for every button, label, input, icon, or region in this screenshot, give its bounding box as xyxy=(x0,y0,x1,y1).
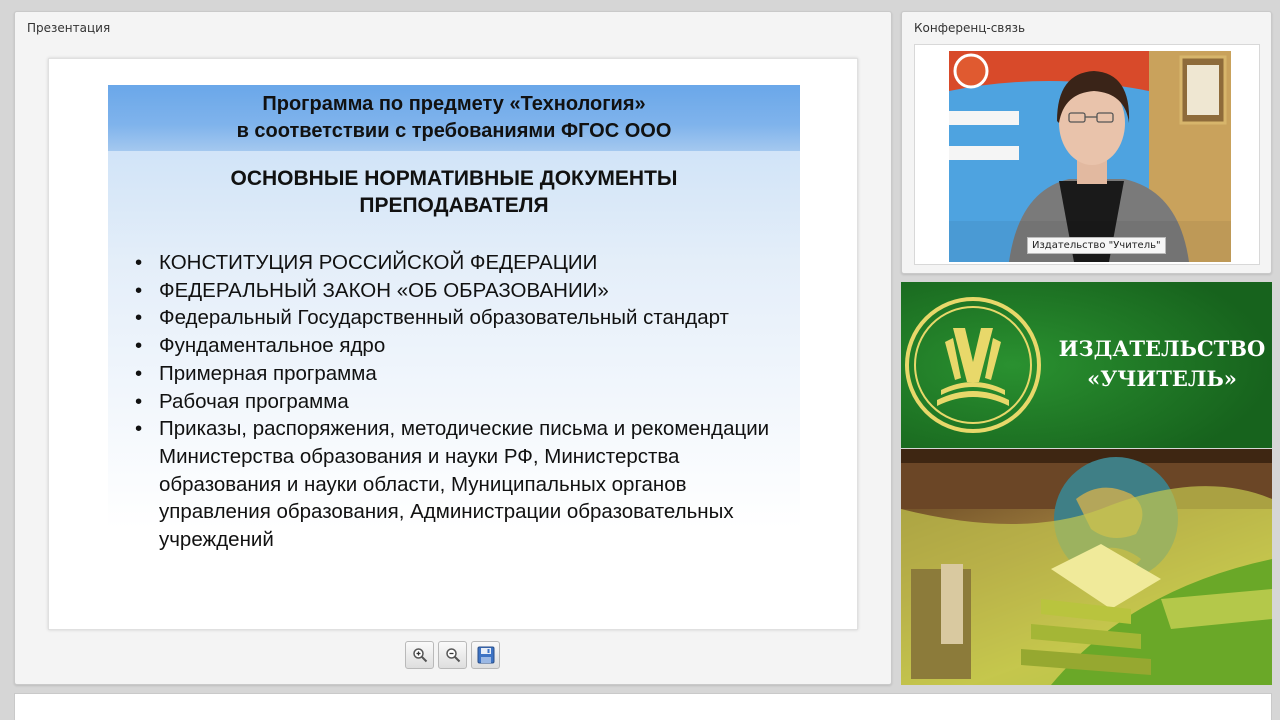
bottom-panel xyxy=(14,693,1272,720)
publisher-name-line1: ИЗДАТЕЛЬСТВО xyxy=(1058,336,1266,361)
video-scene xyxy=(949,51,1231,262)
books-globe-illustration xyxy=(901,449,1272,685)
slide-subtitle-line1: ОСНОВНЫЕ НОРМАТИВНЫЕ ДОКУМЕНТЫ xyxy=(230,167,678,190)
video-container[interactable]: Издательство "Учитель" xyxy=(914,44,1260,265)
zoom-out-icon xyxy=(445,648,460,663)
video-feed: Издательство "Учитель" xyxy=(949,51,1231,262)
slide-bullet-item: КОНСТИТУЦИЯ РОССИЙСКОЙ ФЕДЕРАЦИИ xyxy=(135,249,775,277)
slide-viewer[interactable]: Программа по предмету «Технология» в соо… xyxy=(48,58,858,630)
zoom-in-icon xyxy=(412,648,427,663)
slide-header-line1: Программа по предмету «Технология» xyxy=(262,93,646,115)
slide-bullet-list: КОНСТИТУЦИЯ РОССИЙСКОЙ ФЕДЕРАЦИИ ФЕДЕРАЛ… xyxy=(135,249,775,554)
conference-panel: Конференц-связь Издательство "Учитель" xyxy=(901,11,1272,274)
slide-bullet-item: Рабочая программа xyxy=(135,388,775,416)
slide-bullet-item: Федеральный Государственный образователь… xyxy=(135,304,775,332)
slide-subtitle: ОСНОВНЫЕ НОРМАТИВНЫЕ ДОКУМЕНТЫ ПРЕПОДАВА… xyxy=(108,165,800,219)
presentation-panel-title: Презентация xyxy=(27,21,111,35)
books-globe-image xyxy=(901,449,1272,685)
presentation-toolbar xyxy=(405,641,500,669)
save-button[interactable] xyxy=(471,641,500,669)
slide-bullet-item: Фундаментальное ядро xyxy=(135,332,775,360)
publisher-name: ИЗДАТЕЛЬСТВО «УЧИТЕЛЬ» xyxy=(1057,334,1267,394)
zoom-in-button[interactable] xyxy=(405,641,434,669)
slide-bullet-item: ФЕДЕРАЛЬНЫЙ ЗАКОН «ОБ ОБРАЗОВАНИИ» xyxy=(135,277,775,305)
presentation-panel: Презентация Программа по предмету «Техно… xyxy=(14,11,892,685)
slide-header-line2: в соответствии с требованиями ФГОС ООО xyxy=(236,120,672,142)
publisher-banner: ИЗДАТЕЛЬСТВО «УЧИТЕЛЬ» xyxy=(901,282,1272,448)
floppy-disk-icon xyxy=(477,646,494,664)
slide-subtitle-line2: ПРЕПОДАВАТЕЛЯ xyxy=(359,194,549,217)
zoom-out-button[interactable] xyxy=(438,641,467,669)
slide-bullet-item: Приказы, распоряжения, методические пись… xyxy=(135,415,775,554)
publisher-name-line2: «УЧИТЕЛЬ» xyxy=(1087,366,1237,391)
conference-panel-title: Конференц-связь xyxy=(914,21,1026,35)
video-caption: Издательство "Учитель" xyxy=(1027,237,1166,254)
slide-bullet-item: Примерная программа xyxy=(135,360,775,388)
slide-header: Программа по предмету «Технология» в соо… xyxy=(108,85,800,151)
